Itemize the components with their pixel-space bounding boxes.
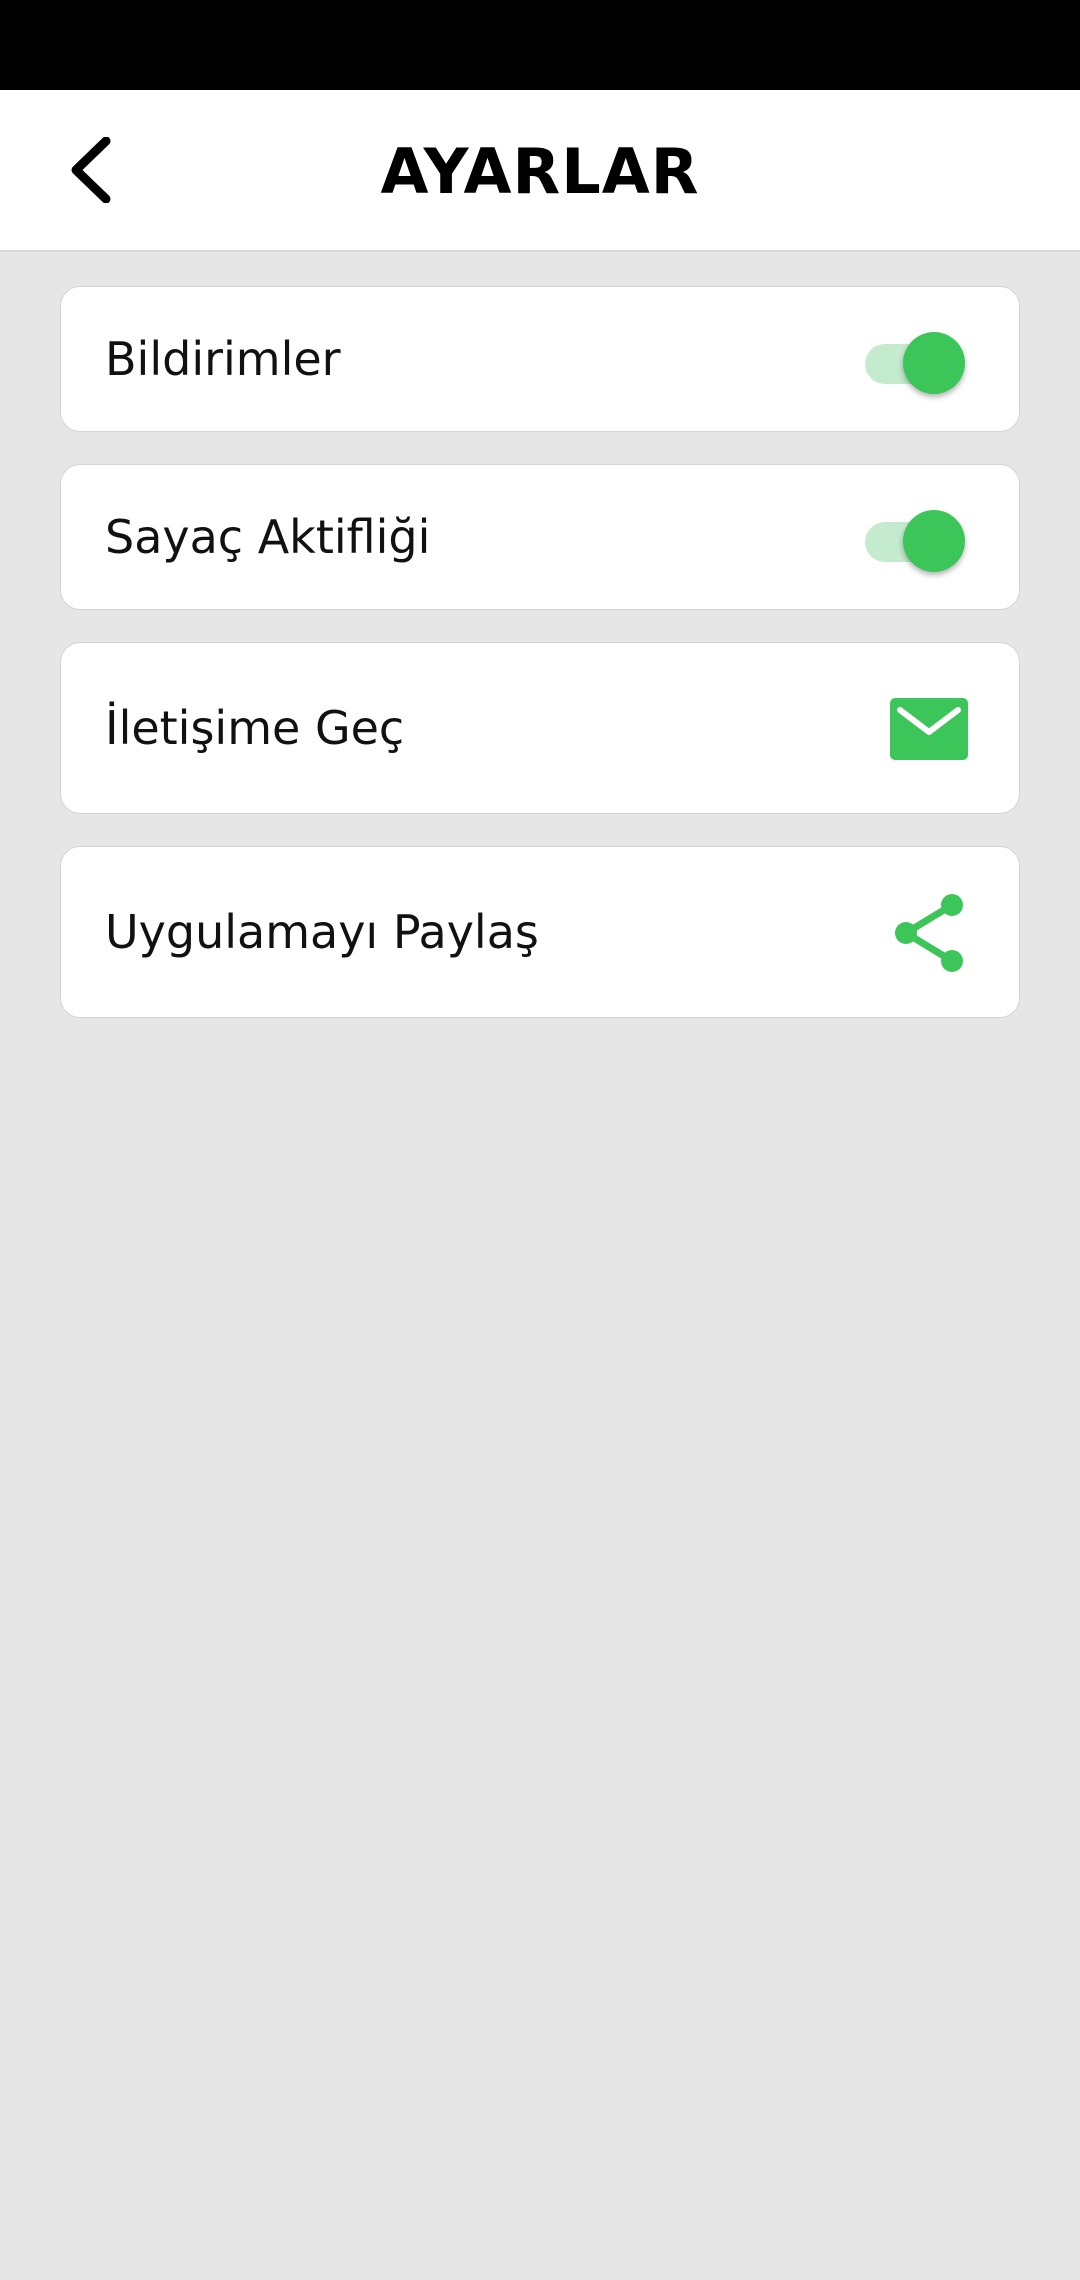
page-title: AYARLAR [380, 134, 700, 208]
setting-label: Bildirimler [105, 332, 341, 386]
toggle-thumb [903, 510, 965, 572]
status-bar [0, 0, 1080, 90]
setting-label: Uygulamayı Paylaş [105, 905, 539, 959]
setting-notifications[interactable]: Bildirimler [60, 286, 1020, 432]
mail-icon[interactable] [889, 697, 969, 761]
setting-label: İletişime Geç [105, 701, 405, 755]
chevron-left-icon [71, 137, 111, 203]
setting-label: Sayaç Aktifliği [105, 510, 431, 564]
app-bar: AYARLAR [0, 90, 1080, 252]
notifications-toggle[interactable] [865, 327, 965, 394]
setting-counter-activity[interactable]: Sayaç Aktifliği [60, 464, 1020, 610]
setting-contact[interactable]: İletişime Geç [60, 642, 1020, 814]
counter-activity-toggle[interactable] [865, 505, 965, 572]
setting-share-app[interactable]: Uygulamayı Paylaş [60, 846, 1020, 1018]
share-icon[interactable] [889, 893, 969, 973]
toggle-thumb [903, 332, 965, 394]
back-button[interactable] [50, 130, 130, 210]
